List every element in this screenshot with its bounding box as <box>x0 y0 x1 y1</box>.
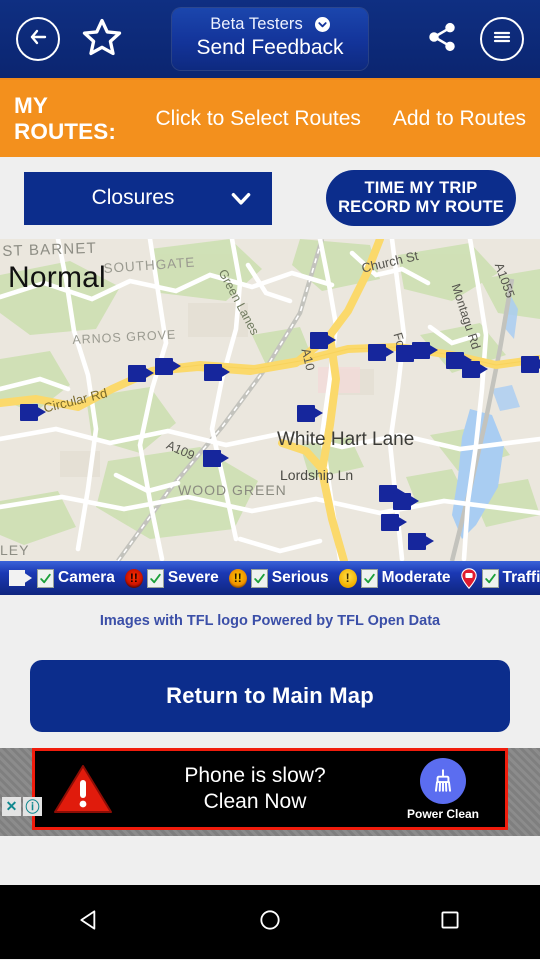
map-status-label: Normal <box>8 261 106 294</box>
time-my-trip-label: TIME MY TRIP <box>364 179 478 198</box>
return-button-container: Return to Main Map <box>0 647 540 745</box>
feedback-send-label: Send Feedback <box>196 36 344 60</box>
chevron-down-icon <box>314 17 330 33</box>
feedback-top-row: Beta Testers <box>192 15 348 34</box>
closures-dropdown-value: Closures <box>91 186 175 209</box>
legend-label: Moderate <box>381 569 451 586</box>
camera-icon[interactable] <box>368 344 394 361</box>
legend-item-traffic-alerts[interactable]: Traffic Alerts <box>456 567 540 589</box>
android-recents-button[interactable] <box>415 897 485 947</box>
select-routes-link[interactable]: Click to Select Routes <box>155 107 360 131</box>
legend-item-moderate[interactable]: ! Moderate <box>334 568 456 588</box>
camera-icon[interactable] <box>297 405 323 422</box>
ad-subline: Clean Now <box>203 790 307 813</box>
bottom-spacer <box>0 841 540 885</box>
camera-icon[interactable] <box>521 356 540 373</box>
moderate-icon: ! <box>338 568 357 588</box>
camera-icon[interactable] <box>204 364 230 381</box>
hamburger-menu-icon <box>490 25 514 54</box>
legend-label: Severe <box>167 569 219 586</box>
ad-brand-block[interactable]: Power Clean <box>387 757 505 821</box>
camera-icon[interactable] <box>310 332 336 349</box>
chevron-down-icon <box>228 185 254 211</box>
camera-icon[interactable] <box>155 358 181 375</box>
closures-dropdown[interactable]: Closures <box>24 171 272 225</box>
back-button[interactable] <box>16 17 60 61</box>
topbar-right-actions <box>422 17 524 61</box>
legend-item-severe[interactable]: !! Severe <box>120 568 224 588</box>
camera-icon <box>9 570 33 586</box>
record-my-route-label: RECORD MY ROUTE <box>338 198 504 216</box>
camera-icon[interactable] <box>20 404 46 421</box>
triangle-back-icon <box>77 907 103 938</box>
camera-icon[interactable] <box>128 365 154 382</box>
share-button[interactable] <box>422 19 462 59</box>
legend-checkbox[interactable] <box>146 568 164 588</box>
square-recents-icon <box>437 907 463 938</box>
tfl-attribution: Images with TFL logo Powered by TFL Open… <box>0 595 540 647</box>
legend-item-camera[interactable]: Camera <box>4 568 120 588</box>
app-root: Beta Testers Send Feedback MY ROUTES: Cl… <box>0 0 540 960</box>
camera-icon[interactable] <box>408 533 434 550</box>
ad-brand-name: Power Clean <box>406 806 480 821</box>
info-icon[interactable]: ⓘ <box>23 797 42 816</box>
legend-checkbox[interactable] <box>37 568 54 588</box>
favorite-button[interactable] <box>78 15 126 63</box>
my-routes-title: MY ROUTES: <box>14 92 116 144</box>
serious-icon: !! <box>228 568 247 588</box>
my-routes-bar: MY ROUTES: Click to Select Routes Add to… <box>0 80 540 157</box>
ad-headline: Phone is slow? <box>184 764 326 788</box>
legend-checkbox[interactable] <box>250 568 268 588</box>
advertisement-banner[interactable]: Phone is slow? Clean Now Power Clean <box>32 748 508 830</box>
traffic-alert-pin-icon <box>461 567 478 589</box>
legend-label: Camera <box>58 569 115 586</box>
feedback-beta-label: Beta Testers <box>210 15 303 34</box>
legend-label: Serious <box>271 569 329 586</box>
warning-triangle-icon <box>35 763 131 815</box>
legend-checkbox[interactable] <box>360 568 378 588</box>
arrow-left-icon <box>26 25 50 54</box>
android-back-button[interactable] <box>55 897 125 947</box>
severe-icon: !! <box>124 568 143 588</box>
close-x-icon[interactable]: ✕ <box>2 797 21 816</box>
legend-item-serious[interactable]: !! Serious <box>224 568 334 588</box>
ad-copy-block: Phone is slow? Clean Now <box>131 763 387 814</box>
menu-button[interactable] <box>480 17 524 61</box>
camera-icon[interactable] <box>412 342 438 359</box>
return-to-main-map-button[interactable]: Return to Main Map <box>30 660 510 732</box>
advertisement-zone: Phone is slow? Clean Now Power Clean ✕ ⓘ <box>0 745 540 841</box>
top-navigation-bar: Beta Testers Send Feedback <box>0 0 540 80</box>
camera-icon[interactable] <box>203 450 229 467</box>
camera-icon[interactable] <box>381 514 407 531</box>
star-icon <box>81 16 123 63</box>
beta-feedback-button[interactable]: Beta Testers Send Feedback <box>172 8 368 70</box>
time-my-trip-button[interactable]: TIME MY TRIP RECORD MY ROUTE <box>326 170 516 226</box>
legend-checkbox[interactable] <box>481 568 499 588</box>
legend-label: Traffic Alerts <box>502 569 540 586</box>
map-legend-bar: Camera!! Severe!! Serious! Moderate Traffic … <box>0 561 540 595</box>
android-home-button[interactable] <box>235 897 305 947</box>
ad-corner-controls: ✕ ⓘ <box>2 797 42 816</box>
controls-row: Closures TIME MY TRIP RECORD MY ROUTE <box>0 157 540 239</box>
android-navigation-bar <box>0 885 540 959</box>
broom-icon <box>420 757 466 804</box>
share-icon <box>426 21 458 58</box>
add-to-routes-link[interactable]: Add to Routes <box>393 107 526 131</box>
camera-icon[interactable] <box>462 361 488 378</box>
camera-icon[interactable] <box>393 493 419 510</box>
circle-home-icon <box>257 907 283 938</box>
traffic-map[interactable]: Normal ST BARNET SOUTHGATE ARNOS GROVE Gree… <box>0 239 540 561</box>
